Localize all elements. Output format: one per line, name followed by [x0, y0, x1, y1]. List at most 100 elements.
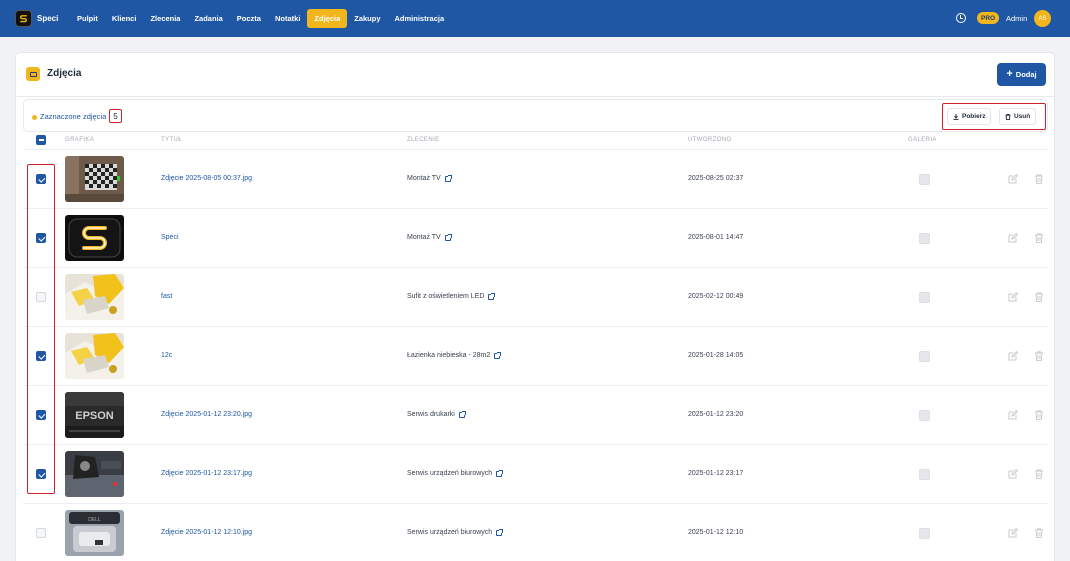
- photo-thumbnail[interactable]: [65, 451, 124, 497]
- nav-item-zlecenia[interactable]: Zlecenia: [143, 9, 187, 28]
- photo-title-link[interactable]: Zdjęcie 2025-08-05 00:37.jpg: [161, 175, 252, 182]
- trash-icon[interactable]: [1034, 292, 1044, 302]
- edit-icon[interactable]: [1008, 351, 1018, 361]
- photo-title-link[interactable]: Zdjęcie 2025-01-12 12:10.jpg: [161, 529, 252, 536]
- external-link-icon[interactable]: [496, 528, 504, 536]
- photos-card: Zdjęcia + Dodaj Zaznaczone zdjęcia 5 Pob…: [15, 52, 1055, 561]
- gallery-toggle[interactable]: [919, 233, 930, 244]
- nav-item-zdjecia[interactable]: Zdjęcia: [307, 9, 348, 28]
- gallery-toggle[interactable]: [919, 351, 930, 362]
- order-label: Serwis urządzeń biurowych: [407, 529, 493, 536]
- order-link[interactable]: Serwis drukarki: [407, 410, 466, 418]
- order-label: Sufit z oświetleniem LED: [407, 293, 485, 300]
- column-header-order[interactable]: ZLECENIE: [407, 137, 440, 143]
- table-row: Zdjęcie 2025-08-05 00:37.jpg Montaż TV 202…: [23, 149, 1048, 208]
- photo-thumbnail[interactable]: [65, 274, 124, 320]
- speci-logo-icon[interactable]: [15, 10, 32, 27]
- brand-name[interactable]: Speci: [37, 14, 58, 23]
- photo-title-link[interactable]: Zdjęcie 2025-01-12 23:20.jpg: [161, 411, 252, 418]
- column-header-gallery[interactable]: GALERIA: [908, 137, 937, 143]
- nav-item-klienci[interactable]: Klienci: [105, 9, 144, 28]
- delete-label: Usuń: [1014, 113, 1031, 120]
- select-all-checkbox[interactable]: [36, 135, 46, 145]
- pro-badge: PRO: [977, 12, 1000, 24]
- table-header: GRAFIKA TYTUŁ ZLECENIE UTWORZONO GALERIA: [23, 133, 1048, 149]
- photo-thumbnail[interactable]: EPSON: [65, 392, 124, 438]
- photo-title-link[interactable]: Zdjęcie 2025-01-12 23:17.jpg: [161, 470, 252, 477]
- gallery-toggle[interactable]: [919, 410, 930, 421]
- download-button[interactable]: Pobierz: [947, 108, 992, 125]
- edit-icon[interactable]: [1008, 233, 1018, 243]
- photo-thumbnail[interactable]: [65, 333, 124, 379]
- column-header-title[interactable]: TYTUŁ: [161, 137, 182, 143]
- external-link-icon[interactable]: [444, 233, 452, 241]
- column-header-created[interactable]: UTWORZONO: [688, 137, 732, 143]
- nav-item-zadania[interactable]: Zadania: [187, 9, 229, 28]
- order-label: Łazienka niebieska - 28m2: [407, 352, 491, 359]
- created-date: 2025-08-25 02:37: [688, 175, 744, 182]
- external-link-icon[interactable]: [488, 292, 496, 300]
- photo-thumbnail[interactable]: DELL: [65, 510, 124, 556]
- row-checkbox[interactable]: [36, 174, 46, 184]
- created-date: 2025-08-01 14:47: [688, 234, 744, 241]
- created-date: 2025-01-12 23:17: [688, 470, 744, 477]
- trash-icon[interactable]: [1034, 351, 1044, 361]
- svg-text:DELL: DELL: [88, 517, 101, 523]
- row-checkbox[interactable]: [36, 410, 46, 420]
- edit-icon[interactable]: [1008, 528, 1018, 538]
- order-label: Montaż TV: [407, 175, 441, 182]
- column-header-image[interactable]: GRAFIKA: [65, 137, 94, 143]
- trash-icon: [1005, 113, 1011, 120]
- trash-icon[interactable]: [1034, 410, 1044, 420]
- created-date: 2025-01-12 23:20: [688, 411, 744, 418]
- order-link[interactable]: Montaż TV: [407, 233, 452, 241]
- header-divider: [16, 96, 1054, 97]
- photo-title-link[interactable]: Speci: [161, 234, 179, 241]
- nav-item-pulpit[interactable]: Pulpit: [70, 9, 105, 28]
- nav-item-zakupy[interactable]: Zakupy: [347, 9, 387, 28]
- selection-bar: Zaznaczone zdjęcia 5 Pobierz Usuń: [23, 99, 1048, 132]
- row-checkbox[interactable]: [36, 292, 46, 302]
- selection-label: Zaznaczone zdjęcia: [40, 112, 107, 121]
- delete-selected-button[interactable]: Usuń: [999, 108, 1037, 125]
- external-link-icon[interactable]: [458, 410, 466, 418]
- gallery-toggle[interactable]: [919, 292, 930, 303]
- photo-title-link[interactable]: fast: [161, 293, 172, 300]
- row-checkbox[interactable]: [36, 351, 46, 361]
- edit-icon[interactable]: [1008, 469, 1018, 479]
- nav-item-notatki[interactable]: Notatki: [268, 9, 307, 28]
- add-photo-button[interactable]: + Dodaj: [997, 63, 1046, 86]
- photo-thumbnail[interactable]: [65, 156, 124, 202]
- trash-icon[interactable]: [1034, 174, 1044, 184]
- edit-icon[interactable]: [1008, 292, 1018, 302]
- order-link[interactable]: Serwis urządzeń biurowych: [407, 469, 504, 477]
- order-link[interactable]: Łazienka niebieska - 28m2: [407, 351, 502, 359]
- trash-icon[interactable]: [1034, 469, 1044, 479]
- table-row: Zdjęcie 2025-01-12 23:17.jpg Serwis urząd…: [23, 444, 1048, 503]
- gallery-toggle[interactable]: [919, 174, 930, 185]
- trash-icon[interactable]: [1034, 528, 1044, 538]
- nav-item-poczta[interactable]: Poczta: [230, 9, 268, 28]
- edit-icon[interactable]: [1008, 174, 1018, 184]
- external-link-icon[interactable]: [496, 469, 504, 477]
- nav-item-administracja[interactable]: Administracja: [388, 9, 452, 28]
- order-link[interactable]: Sufit z oświetleniem LED: [407, 292, 496, 300]
- table-row: EPSON Zdjęcie 2025-01-12 23:20.jpg Serwis …: [23, 385, 1048, 444]
- order-label: Montaż TV: [407, 234, 441, 241]
- order-link[interactable]: Montaż TV: [407, 174, 452, 182]
- trash-icon[interactable]: [1034, 233, 1044, 243]
- gallery-toggle[interactable]: [919, 469, 930, 480]
- external-link-icon[interactable]: [444, 174, 452, 182]
- photo-title-link[interactable]: 12c: [161, 352, 172, 359]
- row-checkbox[interactable]: [36, 469, 46, 479]
- edit-icon[interactable]: [1008, 410, 1018, 420]
- order-link[interactable]: Serwis urządzeń biurowych: [407, 528, 504, 536]
- avatar[interactable]: AS: [1034, 10, 1051, 27]
- gallery-toggle[interactable]: [919, 528, 930, 539]
- photo-thumbnail[interactable]: [65, 215, 124, 261]
- user-name[interactable]: Admin: [1006, 14, 1027, 23]
- row-checkbox[interactable]: [36, 528, 46, 538]
- external-link-icon[interactable]: [494, 351, 502, 359]
- clock-icon[interactable]: [956, 13, 966, 23]
- row-checkbox[interactable]: [36, 233, 46, 243]
